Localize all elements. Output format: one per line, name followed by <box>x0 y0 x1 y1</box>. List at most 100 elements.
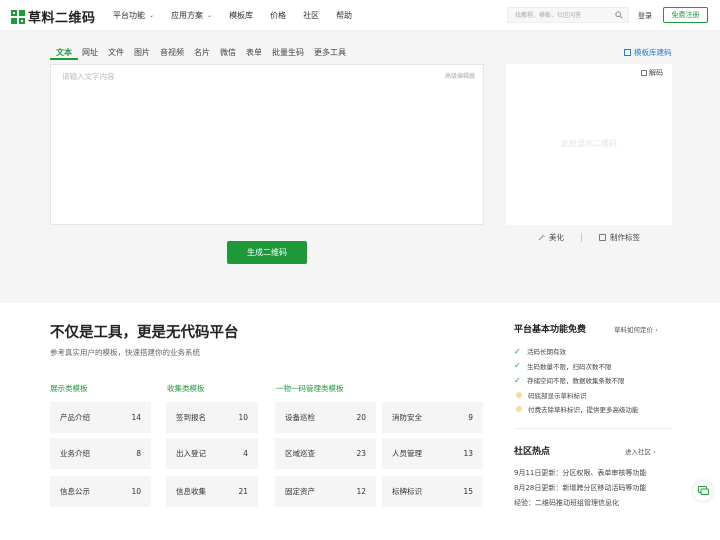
text-editor[interactable]: 请输入文字内容 高级编辑器 <box>50 64 484 225</box>
nav-help[interactable]: 帮助 <box>336 10 352 21</box>
feature-item: ✓ 生码数量不限，扫码次数不限 <box>514 359 639 374</box>
template-card[interactable]: 标牌标识 15 <box>382 476 483 507</box>
nav-templates[interactable]: 模板库 <box>229 10 253 21</box>
generate-qr-button[interactable]: 生成二维码 <box>227 241 307 264</box>
editor-placeholder: 请输入文字内容 <box>62 72 115 81</box>
template-card[interactable]: 消防安全 9 <box>382 402 483 433</box>
paid-dot-icon <box>516 391 522 398</box>
card-count: 8 <box>136 449 141 458</box>
card-label: 签到报名 <box>176 413 206 422</box>
template-card[interactable]: 人员管理 13 <box>382 438 483 469</box>
template-card[interactable]: 固定资产 12 <box>275 476 376 507</box>
nav-label: 应用方案 <box>171 11 204 20</box>
card-label: 消防安全 <box>392 413 422 422</box>
tab-file[interactable]: 文件 <box>108 47 124 58</box>
template-card[interactable]: 签到报名 10 <box>166 402 258 433</box>
tab-audio-video[interactable]: 音视频 <box>160 47 184 58</box>
card-count: 10 <box>131 487 141 496</box>
logo-text: 草料二维码 <box>28 11 96 26</box>
logo[interactable]: 草料二维码 <box>11 7 96 26</box>
card-label: 产品介绍 <box>60 413 90 422</box>
tab-batch[interactable]: 批量生码 <box>272 47 304 58</box>
tab-wechat[interactable]: 微信 <box>220 47 236 58</box>
features-title: 平台基本功能免费 <box>514 325 587 335</box>
feature-text: 活码长期有效 <box>527 348 566 357</box>
search-input[interactable] <box>508 8 608 22</box>
register-button[interactable]: 免费注册 <box>663 7 708 23</box>
make-label-button[interactable]: 制作标签 <box>599 232 640 243</box>
community-link[interactable]: 进入社区 › <box>625 446 656 456</box>
search-icon[interactable] <box>615 11 623 19</box>
community-link-label: 进入社区 <box>625 448 651 456</box>
card-label: 设备巡检 <box>285 413 315 422</box>
tab-url[interactable]: 网址 <box>82 47 98 58</box>
tab-business-card[interactable]: 名片 <box>194 47 210 58</box>
template-card[interactable]: 业务介绍 8 <box>50 438 151 469</box>
feature-item: 付费去除草料标识，提供更多高级功能 <box>514 402 639 417</box>
decode-label: 解码 <box>649 69 663 77</box>
feature-text: 付费去除草料标识，提供更多高级功能 <box>528 406 639 415</box>
preview-actions: 美化 制作标签 <box>506 232 672 243</box>
news-item[interactable]: 经验：二维码推动班组管理信息化 <box>514 496 646 511</box>
template-card[interactable]: 产品介绍 14 <box>50 402 151 433</box>
tab-text[interactable]: 文本 <box>50 47 78 60</box>
card-label: 区域巡查 <box>285 449 315 458</box>
feature-text: 存储空间不限，数据收集条数不限 <box>527 377 625 386</box>
sidebar-divider <box>514 428 672 429</box>
card-count: 13 <box>463 449 473 458</box>
card-label: 固定资产 <box>285 487 315 496</box>
paid-dot-icon <box>516 406 522 413</box>
news-item[interactable]: 9月11日更新：分区权限、表单审核等功能 <box>514 466 646 481</box>
news-item[interactable]: 8月28日更新：新增跨分区移动活码等功能 <box>514 481 646 496</box>
nav-label: 社区 <box>303 11 320 20</box>
qr-preview-panel: 解码 此处显示二维码 <box>506 64 672 225</box>
template-create-link[interactable]: 模板库建码 <box>624 47 672 58</box>
beautify-button[interactable]: 美化 <box>538 232 564 243</box>
features-list: ✓ 活码长期有效 ✓ 生码数量不限，扫码次数不限 ✓ 存储空间不限，数据收集条数不限 … <box>514 344 639 417</box>
nav-community[interactable]: 社区 <box>303 10 319 21</box>
tab-image[interactable]: 图片 <box>134 47 150 58</box>
template-link-label: 模板库建码 <box>634 48 672 57</box>
card-count: 12 <box>356 487 366 496</box>
magic-wand-icon <box>538 234 545 241</box>
community-news: 9月11日更新：分区权限、表单审核等功能 8月28日更新：新增跨分区移动活码等功… <box>514 466 646 511</box>
template-card[interactable]: 信息公示 10 <box>50 476 151 507</box>
main-nav: 平台功能 ⌄ 应用方案 ⌄ 模板库 价格 社区 帮助 <box>113 10 369 21</box>
feature-item: 码底部显示草料标识 <box>514 388 639 403</box>
card-label: 人员管理 <box>392 449 422 458</box>
nav-label: 帮助 <box>336 11 353 20</box>
label-icon <box>599 234 606 241</box>
community-title: 社区热点 <box>514 447 551 457</box>
category-title-management: 一物一码管理类模板 <box>276 384 344 393</box>
feature-item: ✓ 活码长期有效 <box>514 344 639 359</box>
card-count: 9 <box>468 413 473 422</box>
preview-placeholder: 此处显示二维码 <box>561 139 617 148</box>
login-link[interactable]: 登录 <box>638 11 652 21</box>
tab-form[interactable]: 表单 <box>246 47 262 58</box>
template-card[interactable]: 设备巡检 20 <box>275 402 376 433</box>
nav-pricing[interactable]: 价格 <box>270 10 286 21</box>
nav-platform-features[interactable]: 平台功能 ⌄ <box>113 10 154 21</box>
pricing-link-label: 草料如何定价 <box>614 326 653 334</box>
chevron-down-icon: ⌄ <box>149 12 155 19</box>
check-icon: ✓ <box>514 375 521 385</box>
tab-more-tools[interactable]: 更多工具 <box>314 47 346 58</box>
card-count: 15 <box>463 487 473 496</box>
feature-text: 生码数量不限，扫码次数不限 <box>527 362 612 371</box>
template-card[interactable]: 出入登记 4 <box>166 438 258 469</box>
card-label: 业务介绍 <box>60 449 90 458</box>
card-count: 21 <box>238 487 248 496</box>
decode-button[interactable]: 解码 <box>641 68 663 78</box>
pricing-link[interactable]: 草料如何定价 › <box>614 324 658 334</box>
chevron-right-icon: › <box>653 448 656 456</box>
make-label-text: 制作标签 <box>610 233 640 242</box>
advanced-editor-link[interactable]: 高级编辑器 <box>445 71 475 80</box>
card-count: 10 <box>238 413 248 422</box>
nav-solutions[interactable]: 应用方案 ⌄ <box>171 10 212 21</box>
template-card[interactable]: 区域巡查 23 <box>275 438 376 469</box>
card-label: 信息收集 <box>176 487 206 496</box>
template-card[interactable]: 信息收集 21 <box>166 476 258 507</box>
chat-support-button[interactable] <box>693 481 713 501</box>
top-header: 草料二维码 平台功能⌄ 应用方案⌄ 模板库 价格 社区 帮助 登录 免费注册 <box>0 0 720 31</box>
check-icon: ✓ <box>514 346 521 356</box>
